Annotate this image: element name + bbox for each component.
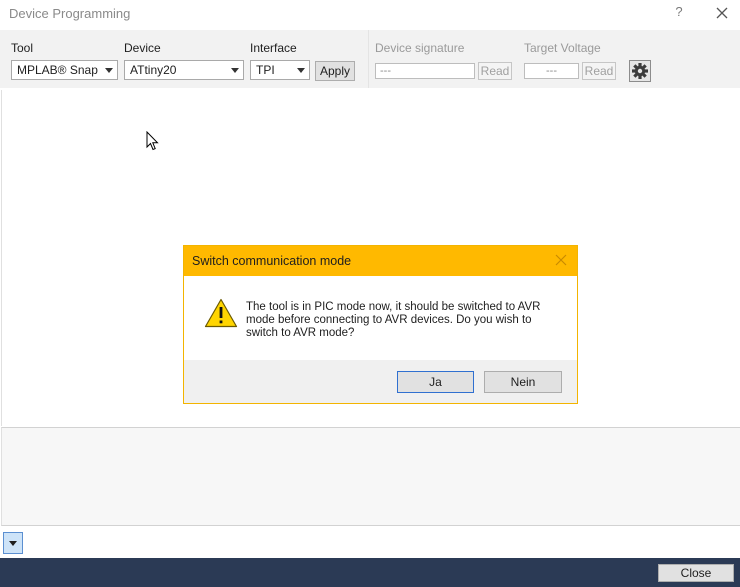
bottom-strip — [0, 527, 740, 558]
dropdown-arrow-icon — [9, 541, 17, 546]
device-select[interactable]: ATtiny20 — [124, 60, 244, 80]
toolbar-separator — [368, 30, 369, 88]
dropdown-arrow-icon — [231, 68, 239, 73]
close-button[interactable]: Close — [658, 564, 734, 582]
read-voltage-button[interactable]: Read — [582, 62, 616, 80]
dropdown-arrow-icon — [105, 68, 113, 73]
gear-icon — [632, 63, 648, 79]
interface-select-value: TPI — [256, 63, 275, 77]
apply-button[interactable]: Apply — [315, 61, 355, 81]
mouse-cursor-icon — [146, 130, 160, 154]
dropdown-arrow-icon — [297, 68, 305, 73]
help-icon[interactable]: ? — [672, 4, 686, 19]
interface-select[interactable]: TPI — [250, 60, 310, 80]
settings-button[interactable] — [629, 60, 651, 82]
tool-select[interactable]: MPLAB® Snap — [11, 60, 118, 80]
read-signature-button[interactable]: Read — [478, 62, 512, 80]
dialog-message: The tool is in PIC mode now, it should b… — [246, 301, 541, 339]
dialog-close-icon[interactable] — [554, 253, 568, 267]
device-select-value: ATtiny20 — [130, 63, 177, 77]
window-close-icon[interactable] — [712, 3, 732, 23]
target-voltage-field: --- — [524, 63, 579, 79]
footer-bar — [0, 558, 740, 587]
device-signature-label: Device signature — [375, 41, 465, 55]
expand-output-button[interactable] — [3, 532, 23, 554]
yes-button[interactable]: Ja — [397, 371, 474, 393]
device-signature-field: --- — [375, 63, 475, 79]
target-voltage-label: Target Voltage — [524, 41, 601, 55]
dialog-title: Switch communication mode — [192, 254, 352, 268]
tool-select-value: MPLAB® Snap — [17, 63, 98, 77]
tool-label: Tool — [11, 41, 34, 55]
interface-label: Interface — [250, 41, 297, 55]
switch-mode-dialog: Switch communication mode The tool is in… — [183, 245, 578, 404]
device-label: Device — [124, 41, 161, 55]
no-button[interactable]: Nein — [484, 371, 562, 393]
window-title: Device Programming — [9, 6, 131, 21]
warning-icon — [204, 298, 238, 331]
output-panel — [1, 427, 740, 526]
